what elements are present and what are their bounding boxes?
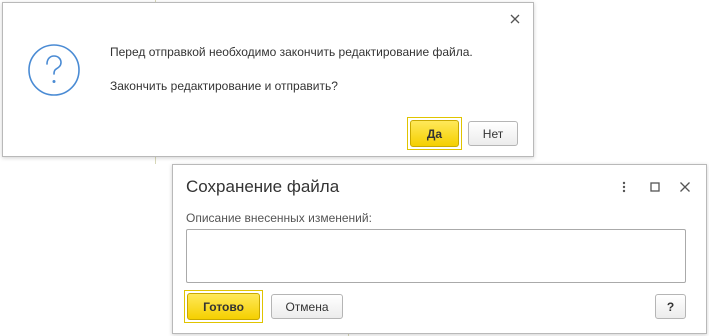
help-button[interactable]: ? [655, 294, 686, 319]
description-textarea[interactable] [186, 229, 686, 283]
maximize-icon[interactable] [647, 179, 663, 195]
confirm-dialog: Перед отправкой необходимо закончить ред… [2, 2, 534, 157]
cancel-button[interactable]: Отмена [271, 294, 343, 319]
dialog-title: Сохранение файла [186, 177, 340, 196]
description-label: Описание внесенных изменений: [186, 211, 372, 225]
yes-button-focus-frame: Да [407, 117, 462, 150]
no-button[interactable]: Нет [468, 121, 518, 146]
close-icon[interactable] [507, 11, 523, 27]
question-circle-icon [27, 43, 81, 97]
confirm-message-line2: Закончить редактирование и отправить? [110, 79, 338, 93]
done-button[interactable]: Готово [187, 293, 260, 320]
more-vertical-icon[interactable] [616, 179, 632, 195]
background-guide-line [155, 157, 156, 164]
close-icon[interactable] [677, 179, 693, 195]
confirm-message-line1: Перед отправкой необходимо закончить ред… [110, 45, 473, 59]
done-button-focus-frame: Готово [184, 290, 263, 323]
yes-button[interactable]: Да [410, 120, 459, 147]
save-file-dialog: Сохранение файла Описание внесенных изме… [172, 164, 707, 334]
